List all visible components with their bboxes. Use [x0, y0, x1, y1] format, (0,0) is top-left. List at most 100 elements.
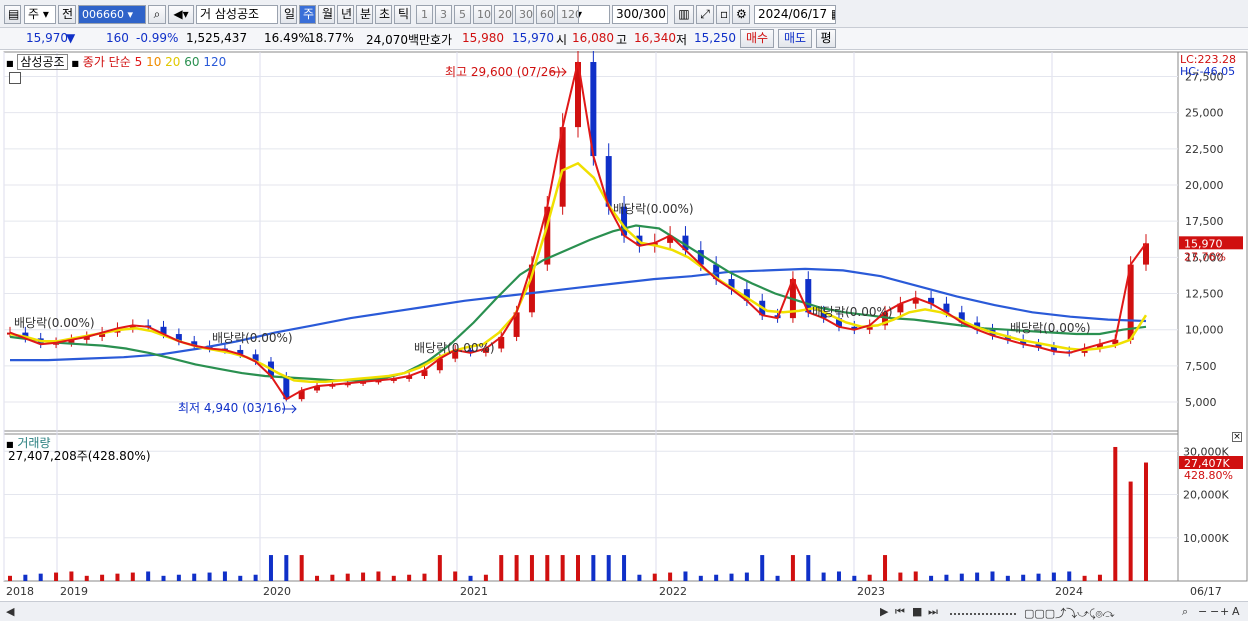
scroll-right-icon[interactable]: ▶ [880, 605, 888, 618]
volume-bar [1113, 446, 1118, 581]
volume-bar [944, 574, 949, 581]
volume-bar [714, 574, 719, 581]
period-num-0[interactable]: 1 [416, 5, 433, 24]
search-icon[interactable]: ⌕ [1182, 605, 1188, 619]
volume-bar [253, 574, 258, 581]
volume-bar [606, 555, 611, 581]
tools-icon[interactable]: ▢▢▢⤴⤵⤻⤹⦾⤼ [1024, 605, 1114, 621]
legend-ma120: 120 [203, 55, 227, 69]
x-axis-label: 2023 [857, 585, 885, 598]
tab-5[interactable]: 초 [375, 5, 392, 24]
eval-button[interactable]: 평 [816, 29, 836, 48]
gear-icon[interactable]: ⚙ [732, 5, 750, 24]
volume-tick-label: 10,000K [1183, 532, 1229, 545]
volume-tick-label: 20,000K [1183, 489, 1229, 502]
stock-chart[interactable]: 27,50025,00022,50020,00017,50015,00012,5… [0, 51, 1248, 621]
volume-bar [1097, 574, 1102, 581]
volume-bar [652, 573, 657, 581]
volume-bar [284, 555, 289, 581]
date-field[interactable]: 2024/06/17 ▦ [754, 5, 836, 24]
period-num-3[interactable]: 10 [473, 5, 492, 24]
date-value: 2024/06/17 [758, 7, 828, 21]
volume-bar [867, 574, 872, 581]
low-price: 15,250 [694, 31, 736, 45]
change-rate: -0.99% [136, 31, 179, 45]
volume-bar [836, 571, 841, 581]
volume-bar [23, 574, 28, 581]
x-axis-label: 06/17 [1190, 585, 1222, 598]
annotation-label: 최저 4,940 (03/16) [178, 401, 286, 415]
x-axis-label: 2019 [60, 585, 88, 598]
volume-bar [330, 574, 335, 581]
zoom-slider[interactable] [950, 605, 1016, 615]
volume-bar [560, 555, 565, 581]
period-num-1[interactable]: 3 [435, 5, 452, 24]
period-num-6[interactable]: 60 [536, 5, 555, 24]
bottom-scrollbar[interactable]: ◀ ▶ ⏮ ■ ⏭ ▢▢▢⤴⤵⤻⤹⦾⤼ ⌕ − − + A [0, 601, 1248, 621]
close-icon[interactable]: × [1232, 432, 1242, 442]
volume-bar [913, 571, 918, 581]
volume-bar [100, 574, 105, 581]
ratio-1: 16.49% [264, 31, 310, 45]
stock-code-input[interactable]: 006660 ▾ [78, 5, 146, 24]
tab-0[interactable]: 일 [280, 5, 297, 24]
speaker-icon[interactable]: ◀▾ [168, 5, 194, 24]
tab-2[interactable]: 월 [318, 5, 335, 24]
buy-button[interactable]: 매수 [740, 29, 774, 48]
volume-bar [514, 555, 519, 581]
volume-bar [483, 574, 488, 581]
count-field[interactable]: 300/300 [612, 5, 668, 24]
volume-bar [54, 572, 59, 581]
tab-4[interactable]: 분 [356, 5, 373, 24]
search-icon[interactable]: ⌕ [148, 5, 166, 24]
grid-toggle-icon[interactable] [9, 72, 21, 84]
minus-icon[interactable]: − [1198, 605, 1207, 618]
stock-name-field[interactable]: 거 삼성공조 [196, 5, 278, 24]
current-price: 15,970 [26, 31, 68, 45]
prev-button[interactable]: 전 [58, 5, 76, 24]
first-icon[interactable]: ⏮ [895, 605, 905, 619]
volume-bar [238, 575, 243, 581]
line-icon[interactable]: − [1210, 605, 1219, 618]
y-axis-pane [1177, 51, 1248, 582]
period-num-4[interactable]: 20 [494, 5, 513, 24]
legend-ma10: 10 [146, 55, 162, 69]
volume-bar [622, 555, 627, 581]
plus-icon[interactable]: + [1220, 605, 1229, 618]
volume-bar [176, 574, 181, 581]
volume-bar [115, 573, 120, 581]
y-tick-label: 25,000 [1185, 107, 1224, 120]
sell-button[interactable]: 매도 [778, 29, 812, 48]
save-icon[interactable]: ▫ [716, 5, 730, 24]
volume-bar [1036, 573, 1041, 581]
period-select[interactable]: 주 ▾ [24, 5, 56, 24]
volume-bar [1051, 572, 1056, 581]
tab-6[interactable]: 틱 [394, 5, 411, 24]
period-num-2[interactable]: 5 [454, 5, 471, 24]
last-icon[interactable]: ⏭ [928, 605, 938, 619]
volume-bar [821, 572, 826, 581]
tab-3[interactable]: 년 [337, 5, 354, 24]
y-tick-label: 20,000 [1185, 179, 1224, 192]
volume-bar [222, 571, 227, 581]
period-num-7[interactable]: 120 [557, 5, 579, 24]
down-arrow-icon: ▼ [66, 31, 76, 45]
volume-bar [698, 575, 703, 581]
volume-bar [929, 575, 934, 581]
volume-bar [959, 573, 964, 581]
auto-icon[interactable]: A [1232, 605, 1240, 618]
volume-bar [883, 555, 888, 581]
y-tick-label: 10,000 [1185, 324, 1224, 337]
tab-1[interactable]: 주 [299, 5, 316, 24]
zoom-icon[interactable]: ⤢ [696, 5, 714, 24]
scroll-left-icon[interactable]: ◀ [6, 605, 14, 618]
annotation-label: 배당락(0.00%) [1010, 321, 1091, 335]
volume-bar [975, 572, 980, 581]
volume-bar [207, 572, 212, 581]
volume-bar [898, 572, 903, 581]
period-num-5[interactable]: 30 [515, 5, 534, 24]
candle-icon[interactable]: ▥ [674, 5, 694, 24]
volume-bar [84, 575, 89, 581]
menu-icon[interactable]: ▤ [4, 5, 21, 24]
stop-icon[interactable]: ■ [912, 605, 922, 618]
